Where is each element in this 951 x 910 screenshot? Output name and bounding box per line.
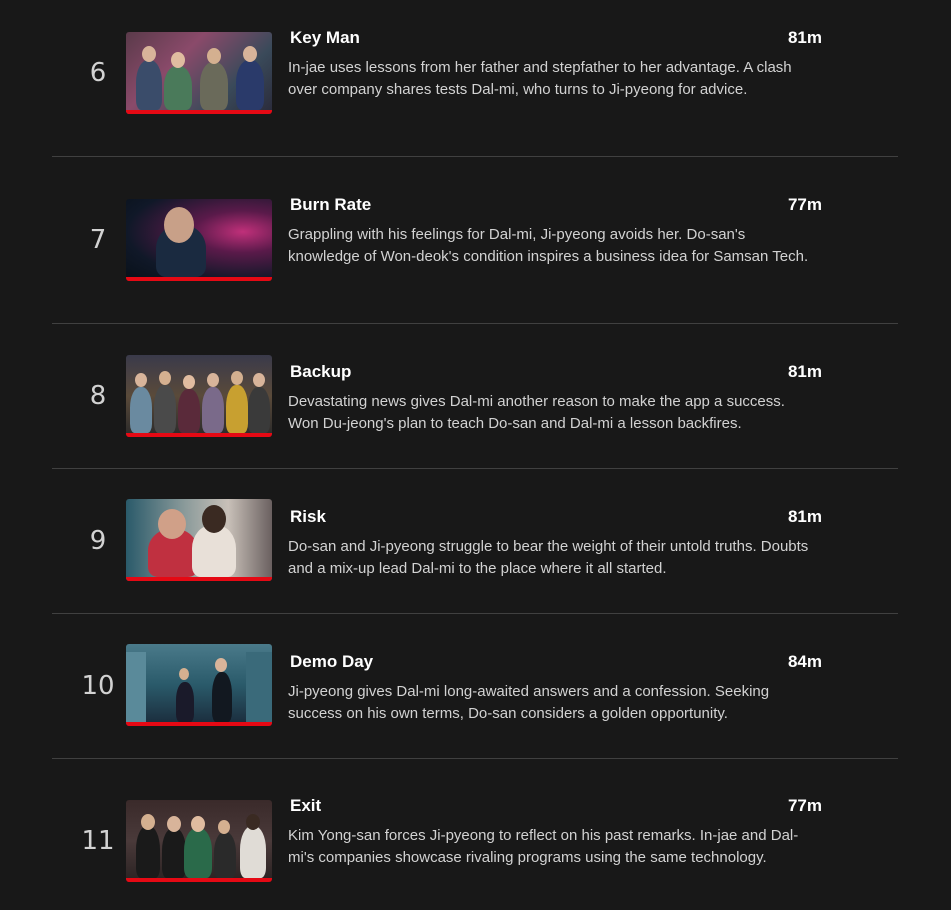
- watch-progress-bar: [126, 277, 272, 281]
- episode-thumbnail[interactable]: [126, 499, 272, 581]
- watch-progress-bar: [126, 433, 272, 437]
- episode-duration: 81m: [787, 362, 822, 381]
- episode-description: Do-san and Ji-pyeong struggle to bear th…: [288, 538, 809, 577]
- episode-item-11[interactable]: 11 Exit 77m Kim Yong-san forces Ji-pyeon…: [52, 759, 898, 910]
- episode-description: In-jae uses lessons from her father and …: [288, 59, 792, 98]
- episode-title: Burn Rate: [290, 195, 372, 214]
- episode-number: 6: [89, 58, 107, 88]
- episode-title: Risk: [290, 507, 326, 526]
- watch-progress-bar: [126, 577, 272, 581]
- episode-duration: 77m: [787, 796, 822, 815]
- episode-thumbnail[interactable]: [126, 644, 272, 726]
- episode-duration: 84m: [787, 652, 822, 671]
- episode-title: Key Man: [290, 28, 360, 47]
- episode-title: Exit: [290, 796, 322, 815]
- watch-progress-bar: [126, 110, 272, 114]
- episode-number: 10: [81, 671, 115, 701]
- episode-thumbnail[interactable]: [126, 355, 272, 437]
- episode-item-8[interactable]: 8 Backup 81m Devastating news gives Dal-…: [52, 324, 898, 469]
- episode-description: Grappling with his feelings for Dal-mi, …: [288, 226, 809, 265]
- episode-description: Kim Yong-san forces Ji-pyeong to reflect…: [288, 827, 799, 866]
- watch-progress-bar: [126, 722, 272, 726]
- episode-duration: 81m: [787, 28, 822, 47]
- episode-description: Ji-pyeong gives Dal-mi long-awaited answ…: [288, 683, 770, 722]
- episode-thumbnail[interactable]: [126, 32, 272, 114]
- episode-title: Backup: [290, 362, 352, 381]
- episode-duration: 77m: [787, 195, 822, 214]
- episode-item-9[interactable]: 9 Risk 81m Do-san and Ji-pyeong struggle…: [52, 469, 898, 614]
- episode-item-6[interactable]: 6 Key Man 81m In-jae uses lessons from h…: [52, 0, 898, 157]
- episode-item-10[interactable]: 10 Demo Day 84m Ji-pyeong gives Dal-mi l…: [52, 614, 898, 759]
- watch-progress-bar: [126, 878, 272, 882]
- episode-title: Demo Day: [290, 652, 374, 671]
- episode-description: Devastating news gives Dal-mi another re…: [288, 393, 785, 432]
- episode-number: 11: [81, 826, 115, 856]
- episode-item-7[interactable]: 7 Burn Rate 77m Grappling with his feeli…: [52, 157, 898, 324]
- episode-duration: 81m: [787, 507, 822, 526]
- episode-number: 7: [89, 225, 107, 255]
- episode-list: 6 Key Man 81m In-jae uses lessons from h…: [0, 0, 951, 910]
- episode-thumbnail[interactable]: [126, 199, 272, 281]
- episode-number: 8: [89, 381, 107, 411]
- episode-thumbnail[interactable]: [126, 800, 272, 882]
- episode-number: 9: [89, 526, 107, 556]
